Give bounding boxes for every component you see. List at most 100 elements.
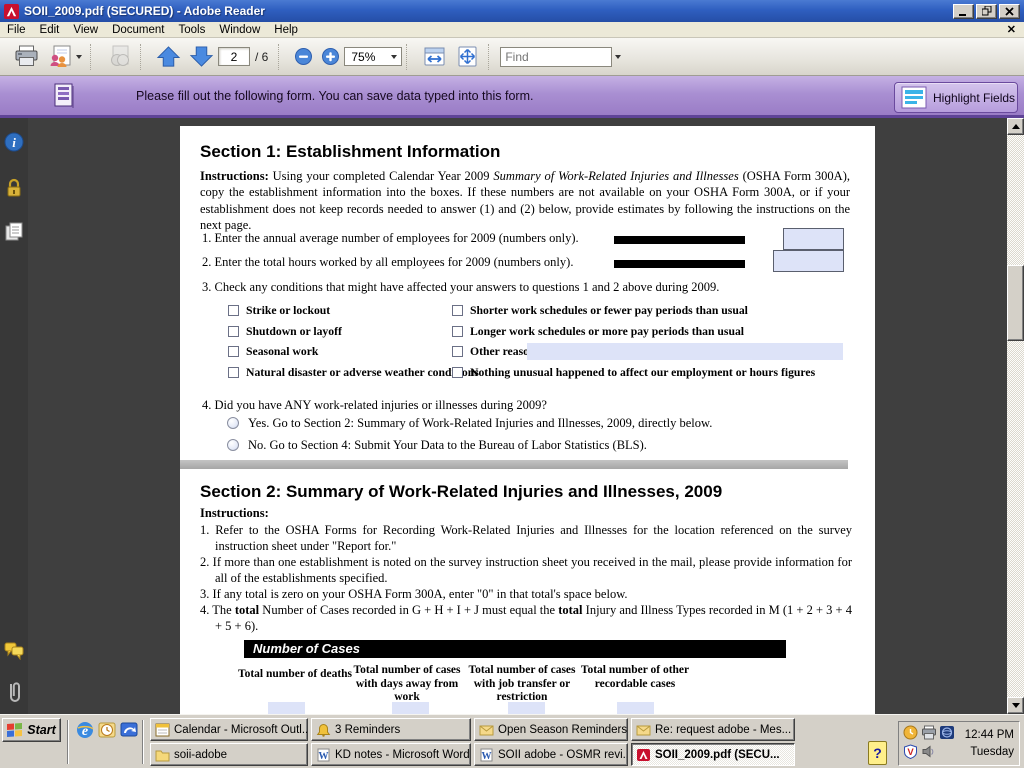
task-re-request-adobe[interactable]: Re: request adobe - Mes... <box>631 718 795 741</box>
radio-yes[interactable] <box>227 417 239 429</box>
hours-input-field[interactable] <box>773 250 844 272</box>
pages-panel-icon[interactable] <box>4 222 24 242</box>
document-close-icon[interactable]: ✕ <box>1007 23 1016 36</box>
help-question-icon[interactable]: ? <box>868 741 887 765</box>
acrobat-icon <box>636 748 651 762</box>
checkbox-shutdown[interactable] <box>228 326 239 337</box>
next-page-button[interactable] <box>185 42 218 72</box>
toolbar-separator <box>278 44 286 70</box>
menu-document[interactable]: Document <box>105 22 171 38</box>
checkbox-longer-schedules[interactable] <box>452 326 463 337</box>
column-header-deaths: Total number of deaths <box>235 668 355 682</box>
info-panel-icon[interactable]: i <box>4 132 24 152</box>
vertical-scrollbar[interactable] <box>1007 118 1024 714</box>
previous-page-button[interactable] <box>152 42 185 72</box>
employees-input-field[interactable] <box>783 228 844 250</box>
previous-page-icon <box>156 45 181 68</box>
checkbox-strike[interactable] <box>228 305 239 316</box>
tray-antivirus-icon[interactable]: V <box>903 744 918 759</box>
tray-printer-icon[interactable] <box>921 725 937 740</box>
task-label: 3 Reminders <box>335 724 400 736</box>
comments-panel-icon[interactable] <box>4 640 24 660</box>
collaborate-dropdown-icon[interactable] <box>76 55 82 59</box>
task-label: KD notes - Microsoft Word <box>335 749 470 761</box>
fit-page-button[interactable] <box>451 42 484 72</box>
checkbox-nothing-unusual[interactable] <box>452 367 463 378</box>
task-kd-notes-word[interactable]: W KD notes - Microsoft Word <box>311 743 471 766</box>
checkbox-other-reason[interactable] <box>452 346 463 357</box>
zoom-dropdown-icon[interactable] <box>391 55 397 59</box>
restore-button[interactable] <box>976 4 997 19</box>
pdf-page: Section 1: Establishment Information Ins… <box>180 126 875 714</box>
zoom-out-button[interactable] <box>290 42 317 72</box>
start-button[interactable]: Start <box>2 718 61 742</box>
days-away-input-field[interactable] <box>392 702 429 714</box>
zoom-out-icon <box>294 47 313 66</box>
task-soii-adobe-osmr-word[interactable]: W SOII adobe - OSMR revi... <box>474 743 628 766</box>
page-number-input[interactable] <box>218 47 250 66</box>
tray-volume-icon[interactable] <box>921 744 936 759</box>
menu-tools[interactable]: Tools <box>172 22 213 38</box>
zoom-level-select[interactable]: 75% <box>344 47 402 66</box>
task-open-season-reminders[interactable]: Open Season Reminders... <box>474 718 628 741</box>
attachments-panel-icon[interactable] <box>4 680 24 704</box>
other-reason-input-field[interactable] <box>527 343 843 360</box>
menu-help[interactable]: Help <box>267 22 305 38</box>
collaborate-icon <box>47 45 73 68</box>
task-soii-adobe-folder[interactable]: soii-adobe <box>150 743 308 766</box>
task-calendar-outlook[interactable]: Calendar - Microsoft Outl... <box>150 718 308 741</box>
task-soii-2009-pdf-active[interactable]: SOII_2009.pdf (SECU... <box>631 743 795 766</box>
menu-window[interactable]: Window <box>212 22 267 38</box>
instructions-label: Instructions: <box>200 169 269 183</box>
deaths-input-field[interactable] <box>268 702 305 714</box>
instruction-item-2: 2. If more than one establishment is not… <box>200 554 852 586</box>
minimize-button[interactable] <box>953 4 974 19</box>
fit-width-button[interactable] <box>418 42 451 72</box>
taskbar: Start e Calendar - Microsoft Outl... 3 R… <box>0 714 1024 768</box>
task-label: SOII_2009.pdf (SECU... <box>655 749 780 761</box>
close-button[interactable] <box>999 4 1020 19</box>
navigation-panel: i <box>0 118 28 714</box>
task-label: soii-adobe <box>174 749 227 761</box>
zoom-in-button[interactable] <box>317 42 344 72</box>
tray-remote-icon[interactable] <box>939 725 955 740</box>
other-recordable-input-field[interactable] <box>617 702 654 714</box>
radio-no[interactable] <box>227 439 239 451</box>
section-divider <box>180 460 848 469</box>
tray-time: 12:44 PM <box>965 729 1014 741</box>
printer-icon <box>14 45 39 68</box>
word-icon: W <box>316 748 331 762</box>
highlight-fields-button[interactable]: Highlight Fields <box>894 82 1018 113</box>
column-header-days-away: Total number of cases with days away fro… <box>347 664 467 705</box>
scroll-up-button[interactable] <box>1007 118 1024 135</box>
checkbox-shorter-schedules[interactable] <box>452 305 463 316</box>
section2-heading: Section 2: Summary of Work-Related Injur… <box>200 482 722 502</box>
menu-view[interactable]: View <box>66 22 105 38</box>
scroll-down-button[interactable] <box>1007 697 1024 714</box>
svg-text:V: V <box>907 747 914 758</box>
task-reminders[interactable]: 3 Reminders <box>311 718 471 741</box>
menu-file[interactable]: File <box>0 22 33 38</box>
menu-edit[interactable]: Edit <box>33 22 67 38</box>
checkbox-longer-schedules-label: Longer work schedules or more pay period… <box>470 325 744 338</box>
job-transfer-input-field[interactable] <box>508 702 545 714</box>
section2-instructions-label: Instructions: <box>200 506 269 521</box>
print-button[interactable] <box>10 42 43 72</box>
word-icon: W <box>479 748 494 762</box>
scrollbar-thumb[interactable] <box>1007 265 1024 341</box>
highlight-fields-icon <box>901 86 927 109</box>
toolbar: / 6 75% <box>0 38 1024 76</box>
title-bar: SOII_2009.pdf (SECURED) - Adobe Reader <box>0 0 1024 22</box>
find-dropdown-icon[interactable] <box>615 55 621 59</box>
collaborate-button[interactable] <box>43 42 86 72</box>
tray-outlook-icon[interactable] <box>903 725 918 740</box>
security-lock-icon[interactable] <box>4 178 24 198</box>
internet-explorer-icon[interactable]: e <box>76 721 94 739</box>
review-button-disabled <box>102 42 136 72</box>
outlook-launch-icon[interactable] <box>98 721 116 739</box>
task-label: Calendar - Microsoft Outl... <box>174 724 308 736</box>
checkbox-seasonal[interactable] <box>228 346 239 357</box>
explorer-launch-icon[interactable] <box>120 721 138 739</box>
find-input[interactable] <box>500 47 612 67</box>
checkbox-disaster[interactable] <box>228 367 239 378</box>
